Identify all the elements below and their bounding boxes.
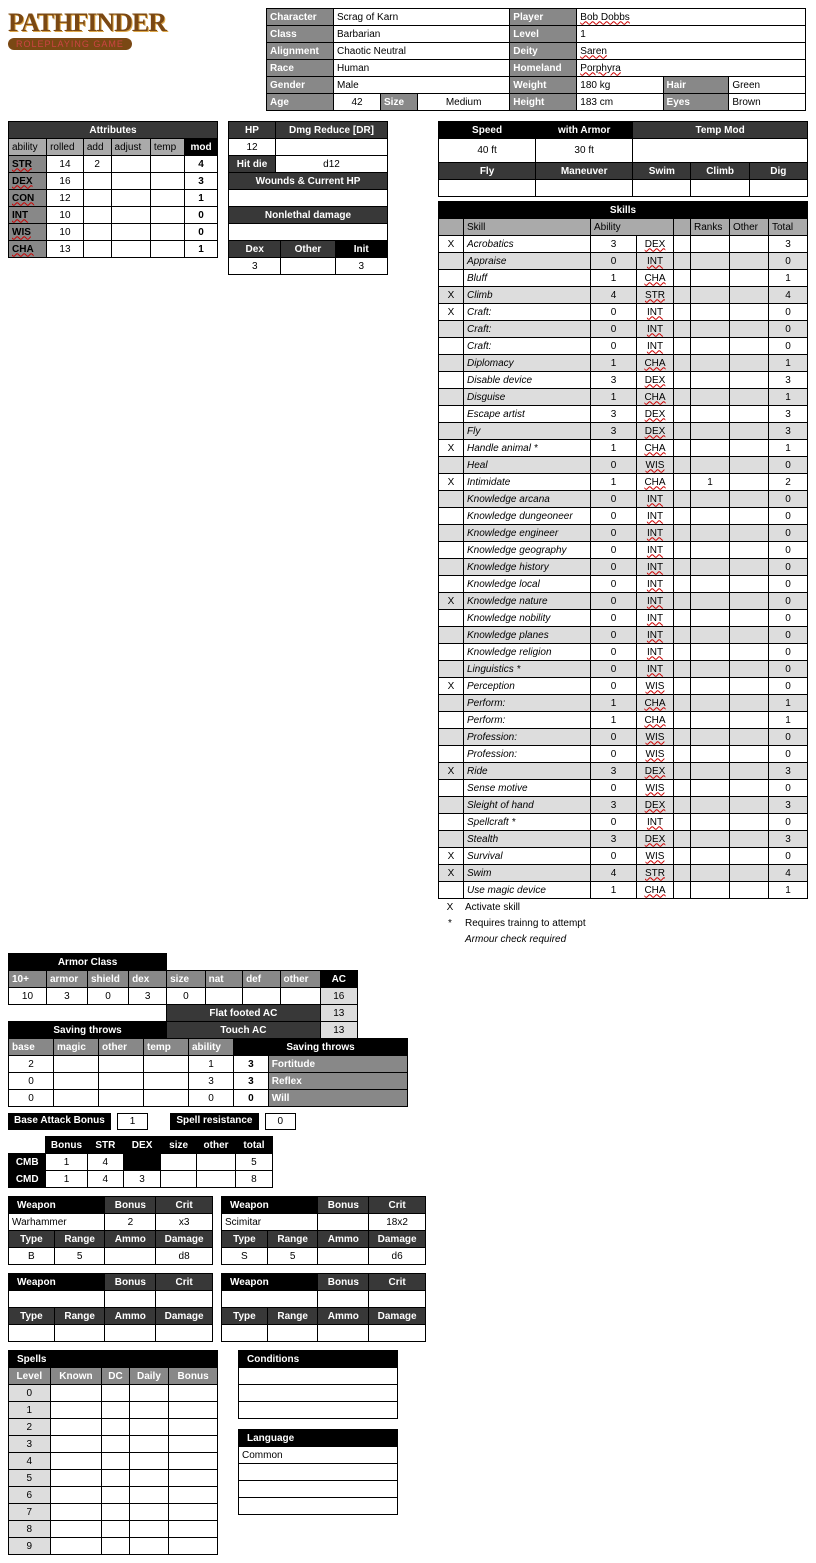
- skills-table: Skills SkillAbilityRanksOtherTotal XAcro…: [438, 201, 808, 899]
- sr-value: 0: [265, 1113, 297, 1130]
- cmb-table: BonusSTRDEXsizeothertotal CMB145CMD1438: [8, 1136, 273, 1188]
- bab-value: 1: [117, 1113, 149, 1130]
- sr-label: Spell resistance: [170, 1113, 258, 1130]
- skill-notes: XActivate skill*Requires trainng to atte…: [438, 899, 808, 947]
- logo-subtitle: ROLEPLAYING GAME: [8, 38, 132, 50]
- init-table: DexOtherInit 33: [228, 240, 388, 275]
- char-info-table: CharacterScrag of Karn PlayerBob Dobbs C…: [266, 8, 806, 111]
- attributes-table: Attributes abilityrolledaddadjusttempmod…: [8, 121, 218, 258]
- weapon-block: WeaponBonusCrit TypeRangeAmmoDamage: [221, 1273, 426, 1342]
- saves-table: basemagicothertempabilitySaving throws 2…: [8, 1038, 408, 1107]
- logo-title: PATHFINDER: [8, 8, 258, 38]
- spells-table: Spells LevelKnownDCDailyBonus 0123456789: [8, 1350, 218, 1555]
- weapon-block: WeaponBonusCrit Warhammer2x3 TypeRangeAm…: [8, 1196, 213, 1265]
- hp-table: HPDmg Reduce [DR] 12 Hit died12 Wounds &…: [228, 121, 388, 241]
- weapon-block: WeaponBonusCrit Scimitar18x2 TypeRangeAm…: [221, 1196, 426, 1265]
- language-table: Language Common: [238, 1429, 398, 1515]
- conditions-table: Conditions: [238, 1350, 398, 1419]
- weapon-block: WeaponBonusCrit TypeRangeAmmoDamage: [8, 1273, 213, 1342]
- ac-table: Armor Class 10+armorshielddexsizenatdefo…: [8, 953, 358, 1039]
- speed-table: Speedwith ArmorTemp Mod 40 ft30 ft FlyMa…: [438, 121, 808, 197]
- bab-label: Base Attack Bonus: [8, 1113, 111, 1130]
